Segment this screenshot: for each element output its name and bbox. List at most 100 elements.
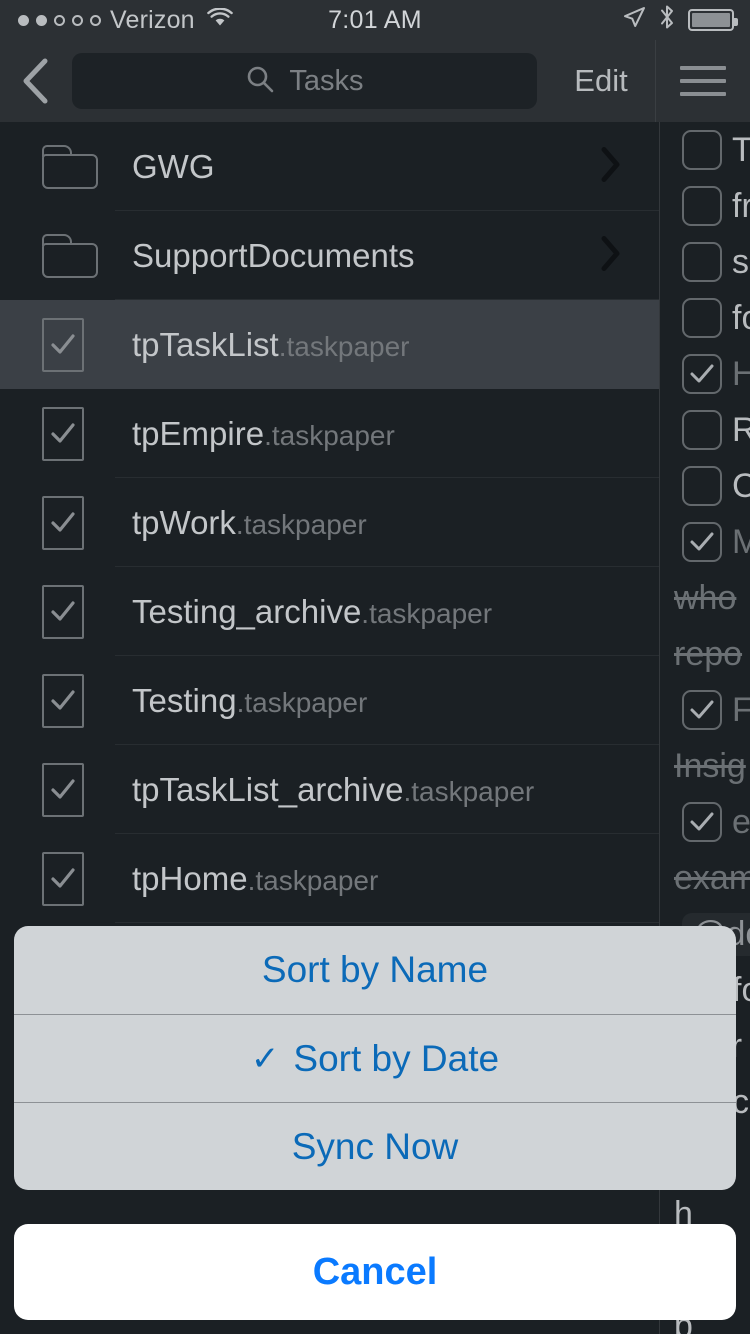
note-text: who bbox=[674, 578, 737, 617]
checked-document-icon bbox=[42, 851, 132, 906]
cancel-label: Cancel bbox=[312, 1250, 438, 1293]
file-row[interactable]: tpHome.taskpaper bbox=[0, 834, 659, 923]
task-text: M bbox=[732, 522, 750, 561]
task-text: fo bbox=[732, 298, 750, 337]
file-name-label: GWG bbox=[132, 148, 214, 186]
app-screen: Verizon 7:01 AM Tasks Edit GWG SupportDo… bbox=[0, 0, 750, 1334]
note-line[interactable]: exam bbox=[660, 850, 750, 906]
search-icon bbox=[245, 64, 275, 99]
checkbox-empty-icon[interactable] bbox=[682, 130, 722, 170]
file-extension: .taskpaper bbox=[236, 686, 368, 718]
note-line[interactable]: who bbox=[660, 570, 750, 626]
status-bar: Verizon 7:01 AM bbox=[0, 0, 750, 40]
file-basename: tpWork bbox=[132, 503, 236, 541]
status-bar-right bbox=[622, 0, 738, 40]
task-item[interactable]: C bbox=[660, 458, 750, 514]
cancel-button[interactable]: Cancel bbox=[14, 1224, 736, 1320]
task-item[interactable]: e bbox=[660, 794, 750, 850]
action-sheet-option-label: Sort by Date bbox=[293, 1037, 500, 1079]
file-row[interactable]: tpEmpire.taskpaper bbox=[0, 389, 659, 478]
hamburger-menu-icon[interactable] bbox=[656, 40, 750, 122]
checkbox-checked-icon[interactable] bbox=[682, 690, 722, 730]
checkbox-checked-icon[interactable] bbox=[682, 354, 722, 394]
location-arrow-icon bbox=[622, 5, 646, 36]
checked-document-icon bbox=[42, 762, 132, 817]
file-name-label: SupportDocuments bbox=[132, 237, 414, 275]
file-basename: tpHome bbox=[132, 859, 248, 897]
chevron-right-icon bbox=[599, 144, 623, 189]
back-button[interactable] bbox=[0, 40, 72, 122]
checkbox-empty-icon[interactable] bbox=[682, 186, 722, 226]
file-extension: .taskpaper bbox=[403, 775, 535, 807]
task-item[interactable]: R bbox=[660, 402, 750, 458]
file-row[interactable]: SupportDocuments bbox=[0, 211, 659, 300]
checkbox-checked-icon[interactable] bbox=[682, 522, 722, 562]
file-name-label: tpHome.taskpaper bbox=[132, 860, 378, 898]
file-basename: SupportDocuments bbox=[132, 236, 415, 274]
task-text: e bbox=[732, 802, 750, 841]
task-text: C bbox=[732, 466, 750, 505]
file-basename: GWG bbox=[132, 147, 215, 185]
file-row[interactable]: Testing.taskpaper bbox=[0, 656, 659, 745]
action-sheet-option[interactable]: Sort by Name bbox=[14, 926, 736, 1014]
chevron-right-icon bbox=[599, 233, 623, 278]
file-row[interactable]: tpTaskList_archive.taskpaper bbox=[0, 745, 659, 834]
file-name-label: tpTaskList_archive.taskpaper bbox=[132, 771, 534, 809]
action-sheet-option-label: Sort by Name bbox=[261, 949, 489, 990]
checked-document-icon bbox=[42, 584, 132, 639]
task-item[interactable]: H bbox=[660, 346, 750, 402]
file-name-label: tpEmpire.taskpaper bbox=[132, 415, 395, 453]
checkbox-checked-icon[interactable] bbox=[682, 802, 722, 842]
task-text: s bbox=[732, 242, 749, 281]
checked-document-icon bbox=[42, 406, 132, 461]
chevron-left-icon bbox=[23, 58, 48, 104]
checked-document-icon bbox=[42, 317, 132, 372]
folder-icon bbox=[42, 144, 132, 189]
search-input[interactable]: Tasks bbox=[72, 53, 537, 109]
note-text: repo bbox=[674, 634, 743, 673]
file-row[interactable]: Testing_archive.taskpaper bbox=[0, 567, 659, 656]
file-name-label: tpTaskList.taskpaper bbox=[132, 326, 409, 364]
file-basename: tpTaskList_archive bbox=[132, 770, 404, 808]
file-row[interactable]: tpWork.taskpaper bbox=[0, 478, 659, 567]
edit-button[interactable]: Edit bbox=[547, 63, 655, 99]
action-sheet-option[interactable]: Sync Now bbox=[14, 1102, 736, 1190]
checkbox-empty-icon[interactable] bbox=[682, 242, 722, 282]
file-extension: .taskpaper bbox=[264, 419, 395, 451]
checkbox-empty-icon[interactable] bbox=[682, 298, 722, 338]
file-extension: .taskpaper bbox=[247, 864, 379, 896]
task-item[interactable]: T bbox=[660, 122, 750, 178]
file-basename: Testing bbox=[132, 681, 237, 719]
checkmark-icon: ✓ bbox=[250, 1039, 280, 1078]
task-text: fr bbox=[732, 186, 750, 225]
file-extension: .taskpaper bbox=[235, 508, 367, 540]
task-item[interactable]: F bbox=[660, 682, 750, 738]
task-item[interactable]: fr bbox=[660, 178, 750, 234]
folder-icon bbox=[42, 233, 132, 278]
search-bar-container: Tasks bbox=[72, 53, 547, 109]
file-name-label: Testing_archive.taskpaper bbox=[132, 593, 492, 631]
file-extension: .taskpaper bbox=[278, 330, 410, 362]
file-basename: tpTaskList bbox=[132, 325, 279, 363]
action-sheet-option-label: Sync Now bbox=[291, 1125, 459, 1167]
file-basename: Testing_archive bbox=[132, 592, 362, 630]
battery-icon bbox=[688, 9, 738, 31]
note-text: exam bbox=[674, 858, 750, 897]
task-item[interactable]: M bbox=[660, 514, 750, 570]
file-name-label: Testing.taskpaper bbox=[132, 682, 367, 720]
task-text: F bbox=[732, 690, 750, 729]
bluetooth-icon bbox=[658, 4, 676, 37]
checkbox-empty-icon[interactable] bbox=[682, 410, 722, 450]
file-row[interactable]: GWG bbox=[0, 122, 659, 211]
task-text: T bbox=[732, 130, 750, 169]
file-row[interactable]: tpTaskList.taskpaper bbox=[0, 300, 659, 389]
action-sheet[interactable]: Sort by Name ✓ Sort by Date Sync Now bbox=[14, 926, 736, 1190]
task-item[interactable]: fo bbox=[660, 290, 750, 346]
task-item[interactable]: s bbox=[660, 234, 750, 290]
checkbox-empty-icon[interactable] bbox=[682, 466, 722, 506]
note-line[interactable]: repo bbox=[660, 626, 750, 682]
note-line[interactable]: Insig bbox=[660, 738, 750, 794]
action-sheet-option[interactable]: ✓ Sort by Date bbox=[14, 1014, 736, 1102]
task-text: R bbox=[732, 410, 750, 449]
navigation-bar: Tasks Edit bbox=[0, 40, 750, 122]
